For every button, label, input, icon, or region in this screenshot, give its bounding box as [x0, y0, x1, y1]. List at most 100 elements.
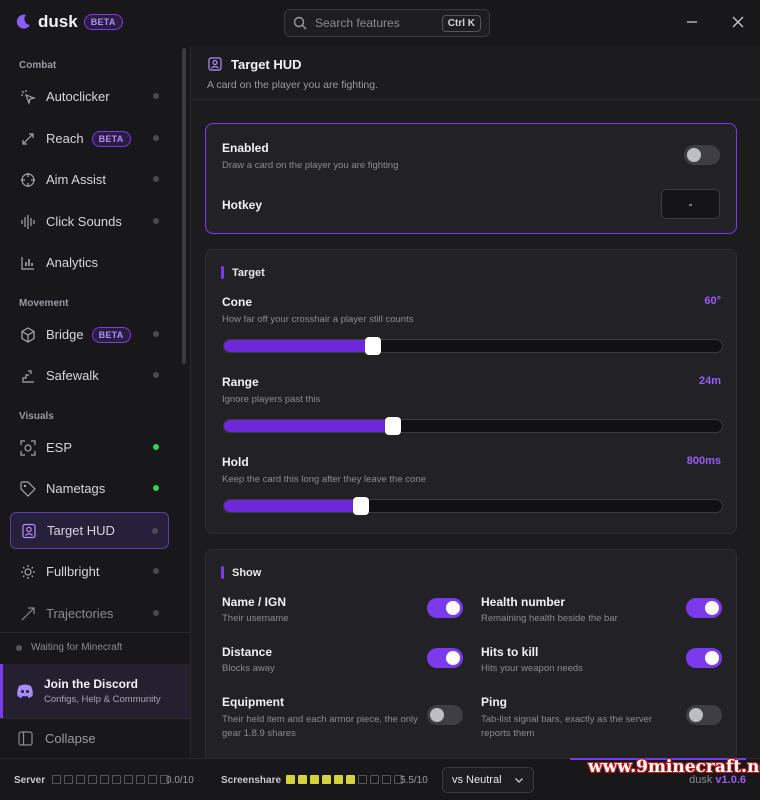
hold-slider[interactable] [223, 497, 723, 515]
general-card: Enabled Draw a card on the player you ar… [205, 123, 737, 234]
close-icon[interactable] [730, 14, 746, 30]
enabled-label: Enabled [222, 141, 269, 155]
meter-bar [322, 775, 331, 784]
sun-icon [21, 564, 35, 579]
sidebar-item-aim-assist[interactable]: Aim Assist [10, 161, 169, 198]
slider-handle[interactable] [365, 337, 382, 355]
option-description: Hits your weapon needs [481, 663, 583, 674]
option-label: Name / IGN [222, 595, 287, 609]
sidebar-item-label: Safewalk [46, 368, 99, 383]
sidebar-item-nametags[interactable]: Nametags [10, 470, 169, 507]
sidebar-item-analytics[interactable]: Analytics [10, 244, 169, 281]
hotkey-label: Hotkey [222, 198, 263, 212]
slider-label: Hold [222, 455, 249, 469]
hotkey-input[interactable]: - [661, 189, 720, 219]
sidebar-item-reach[interactable]: Reach BETA [10, 120, 169, 157]
sidebar-item-trajectories[interactable]: Trajectories [10, 595, 169, 632]
slider-value: 24m [698, 375, 721, 387]
health-number-toggle[interactable] [686, 598, 722, 618]
meter-bar [334, 775, 343, 784]
moon-icon [16, 14, 30, 29]
status-text: Waiting for Minecraft [31, 642, 123, 653]
sidebar-item-label: Autoclicker [46, 89, 110, 104]
section-title-visuals: Visuals [19, 411, 54, 422]
app-name: dusk [38, 12, 78, 31]
enabled-toggle[interactable] [684, 145, 720, 165]
option-description: Their username [222, 613, 289, 624]
meter-bar [112, 775, 121, 784]
show-card: Show Name / IGN Their username Health nu… [205, 549, 737, 758]
main-panel: Target HUD A card on the player you are … [190, 46, 760, 758]
meter-bar [136, 775, 145, 784]
ping-toggle[interactable] [686, 705, 722, 725]
slider-fill [224, 340, 374, 352]
slider-value: 60° [704, 295, 721, 307]
status-dot [153, 135, 159, 141]
meter-bar [88, 775, 97, 784]
option-label: Health number [481, 595, 566, 609]
beta-badge: BETA [91, 326, 131, 343]
sidebar-item-fullbright[interactable]: Fullbright [10, 553, 169, 590]
status-dot [153, 372, 159, 378]
sidebar-item-autoclicker[interactable]: Autoclicker [10, 78, 169, 115]
meter-bar [148, 775, 157, 784]
sidebar-item-label: Click Sounds [46, 214, 122, 229]
status-dot [153, 568, 159, 574]
target-card: Target Cone 60° How far off your crossha… [205, 249, 737, 534]
screenshare-label: Screenshare [221, 775, 282, 786]
mode-select[interactable]: vs Neutral [442, 767, 534, 793]
slider-value: 800ms [686, 455, 721, 467]
equipment-toggle[interactable] [427, 705, 463, 725]
collapse-button[interactable]: Collapse [0, 718, 190, 758]
sidebar-item-label: ESP [46, 440, 73, 455]
page-title: Target HUD [231, 57, 302, 72]
status-dot [153, 93, 159, 99]
option-description: Tab-list signal bars, exactly as the ser… [481, 714, 653, 739]
sidebar-item-label: Trajectories [46, 606, 114, 621]
range-slider[interactable] [223, 417, 723, 435]
sidebar-item-bridge[interactable]: Bridge BETA [10, 316, 169, 353]
discord-title: Join the Discord [44, 677, 139, 691]
minimize-icon[interactable] [684, 14, 700, 30]
status-dot [153, 218, 159, 224]
expand-arrows-icon [22, 132, 34, 145]
server-label: Server [14, 775, 46, 786]
option-description: Remaining health beside the bar [481, 613, 618, 624]
sidebar-item-target-hud[interactable]: Target HUD [10, 512, 169, 549]
name-toggle[interactable] [427, 598, 463, 618]
meter-bar [124, 775, 133, 784]
slider-handle[interactable] [352, 497, 369, 515]
beta-badge: BETA [83, 14, 123, 30]
sidebar-collapse-icon [18, 731, 33, 746]
sidebar-item-safewalk[interactable]: Safewalk [10, 357, 169, 394]
collapse-label: Collapse [45, 731, 96, 746]
discord-icon [17, 684, 33, 698]
discord-button[interactable]: Join the Discord Configs, Help & Communi… [0, 664, 190, 718]
sidebar-item-click-sounds[interactable]: Click Sounds [10, 203, 169, 240]
sidebar-item-esp[interactable]: ESP [10, 429, 169, 466]
cone-slider[interactable] [223, 337, 723, 355]
search-input[interactable]: Search features Ctrl K [284, 9, 490, 37]
meter-bar [358, 775, 367, 784]
user-card-icon [22, 523, 36, 538]
slider-label: Range [222, 375, 259, 389]
meter-bar [52, 775, 61, 784]
meter-bar [370, 775, 379, 784]
hits-to-kill-toggle[interactable] [686, 648, 722, 668]
status-dot [152, 528, 158, 534]
search-icon [293, 16, 307, 30]
user-card-icon [208, 57, 222, 71]
connection-status: Waiting for Minecraft [0, 632, 190, 662]
option-description: Their held item and each armor piece, th… [222, 714, 418, 739]
status-dot [153, 176, 159, 182]
sidebar-scrollbar[interactable] [182, 48, 186, 364]
distance-toggle[interactable] [427, 648, 463, 668]
slider-fill [224, 420, 394, 432]
slider-handle[interactable] [385, 417, 402, 435]
option-description: Blocks away [222, 663, 275, 674]
meter-bar [382, 775, 391, 784]
sidebar-item-label: Bridge [46, 327, 84, 342]
option-label: Distance [222, 645, 273, 659]
section-title-target: Target [232, 266, 265, 279]
slider-label: Cone [222, 295, 252, 309]
